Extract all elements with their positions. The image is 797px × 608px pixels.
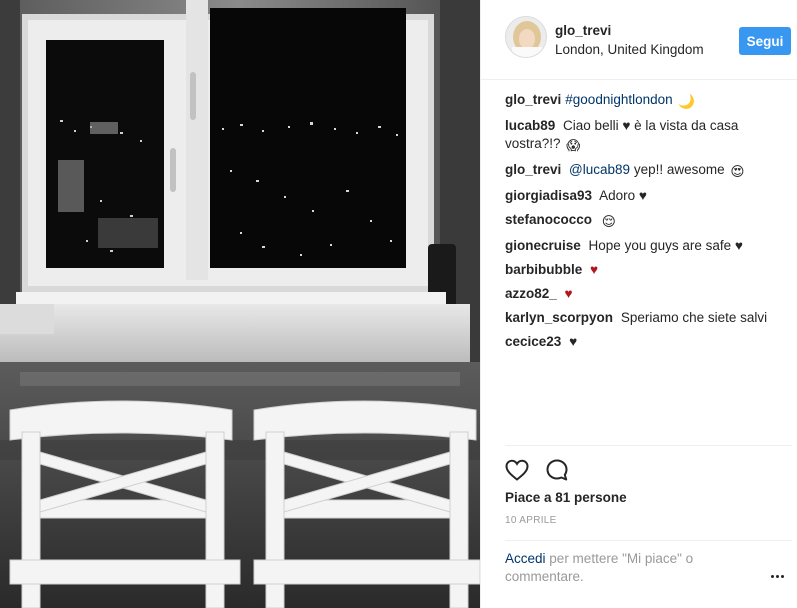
comment-text: Hope you guys are safe	[588, 238, 732, 253]
black-heart-icon: ♥	[622, 118, 631, 133]
comment-list: glo_trevi #goodnightlondon 🌙 lucab89 Ciao…	[505, 91, 785, 357]
comment-text: Adoro	[599, 188, 636, 203]
comment-login-prompt: Accedi per mettere "Mi piace" o commenta…	[505, 550, 735, 586]
post-date: 10 APRILE	[505, 515, 557, 526]
list-item: karlyn_scorpyon Speriamo che siete salvi	[505, 309, 785, 327]
comment-text: yep!! awesome	[633, 162, 725, 177]
post-side-panel: glo_trevi London, United Kingdom Segui g…	[480, 0, 797, 608]
comment-author[interactable]: gionecruise	[505, 238, 581, 253]
list-item: stefanococco 😌	[505, 211, 785, 231]
comment-author[interactable]: barbibubble	[505, 262, 582, 277]
comment-text: Speriamo che siete salvi	[620, 310, 768, 325]
divider	[505, 540, 792, 541]
list-item: gionecruise Hope you guys are safe ♥	[505, 237, 785, 255]
comment-author[interactable]: stefanococco	[505, 212, 592, 227]
list-item: cecice23 ♥	[505, 333, 785, 351]
location-link[interactable]: London, United Kingdom	[555, 42, 704, 57]
moon-emoji-icon: 🌙	[678, 94, 696, 109]
comment-author[interactable]: cecice23	[505, 334, 561, 349]
follow-button[interactable]: Segui	[739, 27, 791, 55]
post-header: glo_trevi London, United Kingdom Segui	[481, 0, 797, 80]
mention-link[interactable]: @lucab89	[569, 162, 630, 177]
red-heart-icon: ♥	[590, 262, 599, 277]
divider	[505, 445, 792, 446]
comment-author[interactable]: karlyn_scorpyon	[505, 310, 613, 325]
avatar-image	[506, 17, 546, 57]
heart-outline-icon[interactable]	[503, 456, 531, 484]
comment-author[interactable]: giorgiadisa93	[505, 188, 592, 203]
post-photo[interactable]	[0, 0, 480, 608]
speech-bubble-icon[interactable]	[543, 456, 571, 484]
caption: glo_trevi #goodnightlondon 🌙	[505, 91, 785, 111]
login-link[interactable]: Accedi	[505, 551, 546, 566]
hashtag-link[interactable]: #goodnightlondon	[565, 92, 672, 107]
scream-emoji-icon: 😱	[566, 138, 581, 153]
list-item: giorgiadisa93 Adoro ♥	[505, 187, 785, 205]
avatar[interactable]	[505, 16, 547, 58]
black-heart-icon: ♥	[734, 238, 743, 253]
relieved-emoji-icon: 😌	[601, 214, 616, 229]
list-item: lucab89 Ciao belli ♥ è la vista da casa …	[505, 117, 785, 155]
username-link[interactable]: glo_trevi	[555, 23, 611, 38]
more-options-icon[interactable]	[771, 568, 791, 579]
list-item: azzo82_ ♥	[505, 285, 785, 303]
comment-author[interactable]: glo_trevi	[505, 162, 561, 177]
red-heart-icon: ♥	[564, 286, 573, 301]
list-item: barbibubble ♥	[505, 261, 785, 279]
caption-author[interactable]: glo_trevi	[505, 92, 561, 107]
comment-text: Ciao belli	[563, 118, 619, 133]
list-item: glo_trevi @lucab89 yep!! awesome 😍	[505, 161, 785, 181]
comment-author[interactable]: lucab89	[505, 118, 555, 133]
black-heart-icon: ♥	[569, 334, 578, 349]
comment-author[interactable]: azzo82_	[505, 286, 557, 301]
photo-window-chairs-illustration	[0, 0, 480, 608]
black-heart-icon: ♥	[638, 188, 647, 203]
likes-count[interactable]: Piace a 81 persone	[505, 490, 627, 505]
heart-eyes-emoji-icon: 😍	[730, 164, 745, 179]
